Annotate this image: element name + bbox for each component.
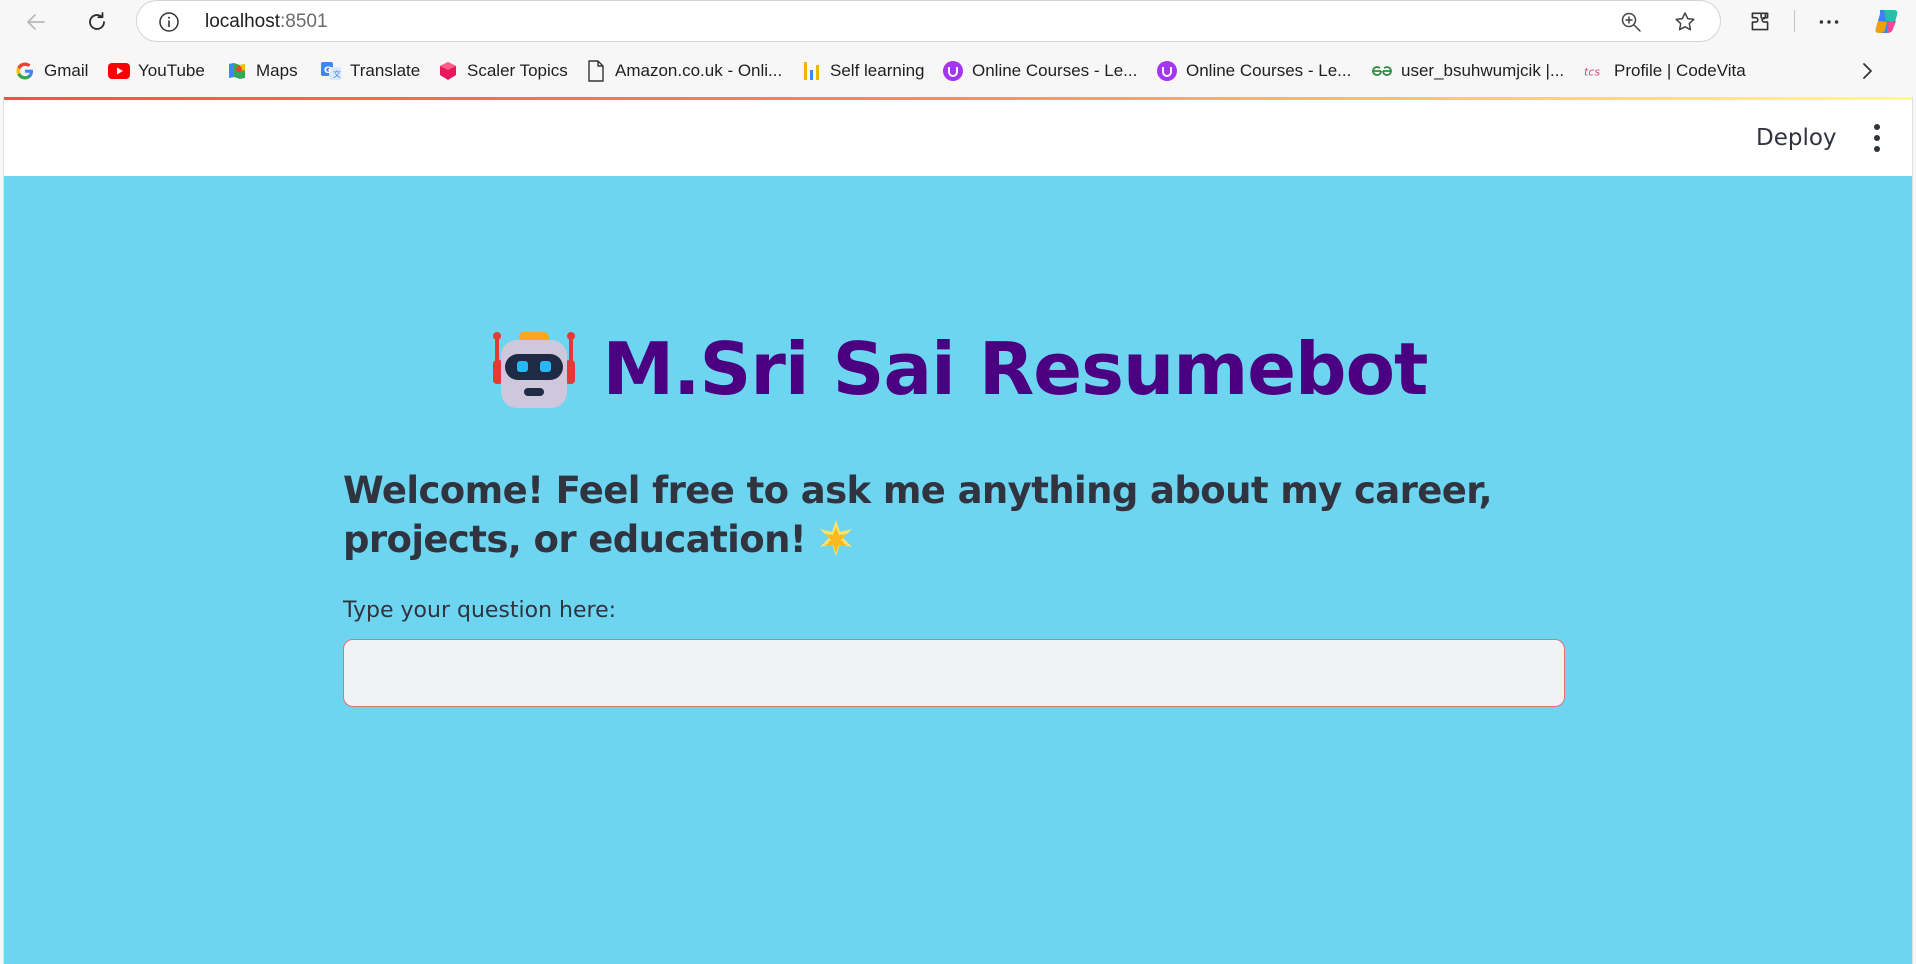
maps-icon xyxy=(226,60,248,82)
bookmark-online-courses-2[interactable]: Online Courses - Le... xyxy=(1156,58,1351,84)
svg-text:文: 文 xyxy=(333,69,341,79)
welcome-heading: Welcome! Feel free to ask me anything ab… xyxy=(343,469,1493,561)
deploy-button[interactable]: Deploy xyxy=(1744,120,1849,156)
bookmark-translate[interactable]: G文 Translate xyxy=(320,58,420,84)
translate-icon: G文 xyxy=(320,60,342,82)
chart-bars-icon xyxy=(800,60,822,82)
bookmark-codevita[interactable]: tcs Profile | CodeVita xyxy=(1584,58,1746,84)
app-header: Deploy xyxy=(4,100,1912,176)
bookmark-geeksforgeeks[interactable]: user_bsuhwumjcik |... xyxy=(1371,58,1564,84)
page-title: M.Sri Sai Resumebot xyxy=(602,327,1429,411)
bookmark-self-learning[interactable]: Self learning xyxy=(800,58,925,84)
udemy-icon xyxy=(1156,60,1178,82)
bookmarks-bar: Gmail YouTube Maps G文 Translate Scaler T… xyxy=(0,54,1916,88)
arrow-left-icon xyxy=(27,14,45,30)
question-label: Type your question here: xyxy=(343,598,617,623)
zoom-icon[interactable] xyxy=(1619,10,1643,34)
bookmark-online-courses-1[interactable]: Online Courses - Le... xyxy=(942,58,1137,84)
back-button[interactable] xyxy=(16,2,56,42)
browser-chrome: localhost:8501 Gmail YouTube Maps G文 Tra… xyxy=(0,0,1916,98)
reload-icon xyxy=(89,12,105,30)
more-options-icon[interactable] xyxy=(1816,9,1842,35)
geeksforgeeks-icon xyxy=(1371,60,1393,82)
reload-button[interactable] xyxy=(77,2,117,42)
bookmark-gmail[interactable]: Gmail xyxy=(14,58,88,84)
bookmark-maps[interactable]: Maps xyxy=(226,58,298,84)
chevron-right-icon[interactable] xyxy=(1855,59,1879,83)
udemy-icon xyxy=(942,60,964,82)
menu-dot xyxy=(1874,146,1880,152)
app-viewport: Deploy M.Sri Sai Resumebot Welcome! Feel… xyxy=(3,97,1913,964)
document-icon xyxy=(585,60,607,82)
svg-text:G: G xyxy=(324,66,331,76)
toolbar-divider xyxy=(1794,10,1795,32)
address-bar[interactable]: localhost:8501 xyxy=(136,0,1721,42)
main-content: M.Sri Sai Resumebot Welcome! Feel free t… xyxy=(4,176,1912,964)
title-row: M.Sri Sai Resumebot xyxy=(4,326,1912,412)
copilot-icon[interactable] xyxy=(1872,6,1902,36)
menu-dot xyxy=(1874,135,1880,141)
url-text: localhost:8501 xyxy=(205,11,328,32)
info-icon[interactable] xyxy=(157,10,181,34)
star-icon[interactable] xyxy=(1673,10,1697,34)
svg-text:tcs: tcs xyxy=(1584,66,1600,79)
google-icon xyxy=(14,60,36,82)
tcs-icon: tcs xyxy=(1584,60,1606,82)
bookmark-youtube[interactable]: YouTube xyxy=(108,58,205,84)
question-input[interactable] xyxy=(343,639,1565,707)
bookmark-amazon[interactable]: Amazon.co.uk - Onli... xyxy=(585,58,782,84)
robot-icon xyxy=(492,332,575,408)
glowing-star-icon xyxy=(820,520,853,556)
bookmark-scaler-topics[interactable]: Scaler Topics xyxy=(437,58,568,84)
menu-dot xyxy=(1874,124,1880,130)
youtube-icon xyxy=(108,60,130,82)
extensions-icon[interactable] xyxy=(1747,9,1773,35)
main-menu-button[interactable] xyxy=(1859,120,1895,156)
scaler-icon xyxy=(437,60,459,82)
